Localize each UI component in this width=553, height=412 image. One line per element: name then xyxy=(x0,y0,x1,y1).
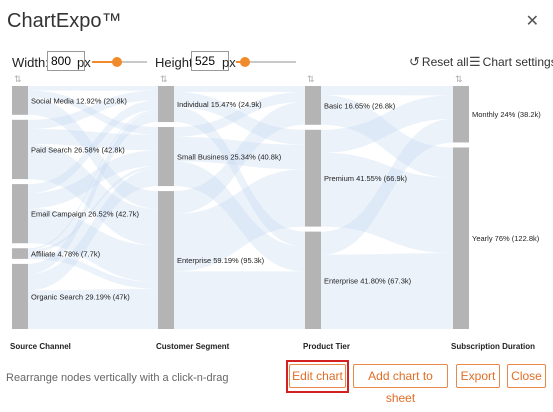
chart-settings-button[interactable]: ☰ Chart settings xyxy=(469,54,553,70)
sankey-node-label: Premium 41.55% (66.9k) xyxy=(324,174,407,183)
height-unit: px xyxy=(222,55,236,70)
close-button[interactable]: Close xyxy=(507,364,546,388)
width-label: Width: xyxy=(12,55,49,70)
sankey-node[interactable] xyxy=(12,119,28,180)
sankey-node-label: Affiliate 4.78% (7.7k) xyxy=(31,250,101,259)
sankey-node-label: Enterprise 41.80% (67.3k) xyxy=(324,276,412,285)
sankey-chart: ⇅ Social Media 12.92% (20.8k) Paid Search … xyxy=(10,74,541,351)
height-slider-handle[interactable] xyxy=(240,57,250,67)
sankey-node[interactable] xyxy=(453,147,469,329)
close-icon[interactable]: ✕ xyxy=(526,14,539,30)
sankey-node-label: Basic 16.65% (26.8k) xyxy=(324,101,396,110)
sankey-node-label: Paid Search 26.58% (42.8k) xyxy=(31,145,125,154)
sankey-node[interactable] xyxy=(305,129,321,227)
sankey-node[interactable] xyxy=(12,184,28,244)
sankey-node-label: Small Business 25.34% (40.8k) xyxy=(177,153,282,162)
sort-icon[interactable]: ⇅ xyxy=(455,74,463,84)
sankey-flow xyxy=(174,271,305,329)
sankey-node-label: Individual 15.47% (24.9k) xyxy=(177,100,262,109)
edit-chart-highlight xyxy=(286,360,349,393)
footer-hint: Rearrange nodes vertically with a click-… xyxy=(6,372,229,384)
sankey-node[interactable] xyxy=(453,86,469,143)
sankey-flow xyxy=(28,86,158,91)
sankey-node[interactable] xyxy=(12,263,28,329)
reset-all-button[interactable]: ↺ Reset all xyxy=(409,54,469,70)
width-unit: px xyxy=(77,55,91,70)
height-slider[interactable] xyxy=(236,57,296,67)
sankey-flow xyxy=(321,86,453,96)
sankey-node[interactable] xyxy=(12,86,28,115)
sankey-node-label: Monthly 24% (38.2k) xyxy=(472,110,541,119)
column-title: Source Channel xyxy=(10,342,71,351)
column-title: Subscription Duration xyxy=(451,342,535,351)
sankey-node[interactable] xyxy=(158,191,174,329)
sliders-icon: ☰ xyxy=(469,54,481,69)
column-title: Customer Segment xyxy=(156,342,230,351)
reset-icon: ↺ xyxy=(409,54,420,69)
sankey-node-label: Yearly 76% (122.8k) xyxy=(472,234,540,243)
sankey-flow xyxy=(174,86,305,92)
sankey-node-label: Email Campaign 26.52% (42.7k) xyxy=(31,210,139,219)
add-chart-to-sheet-button[interactable]: Add chart to sheet xyxy=(353,364,448,405)
sankey-node[interactable] xyxy=(305,86,321,125)
sankey-node-label: Enterprise 59.19% (95.3k) xyxy=(177,256,265,265)
sankey-node-label: Organic Search 29.19% (47k) xyxy=(31,292,130,301)
sort-icon[interactable]: ⇅ xyxy=(14,74,22,84)
width-slider[interactable] xyxy=(92,57,147,67)
column-title: Product Tier xyxy=(303,342,350,351)
sankey-node[interactable] xyxy=(158,86,174,123)
sankey-node[interactable] xyxy=(305,231,321,329)
sankey-flow xyxy=(321,253,453,329)
sankey-node[interactable] xyxy=(158,127,174,187)
sort-icon[interactable]: ⇅ xyxy=(307,74,315,84)
dialog-title: ChartExpo™ xyxy=(7,10,122,32)
width-slider-handle[interactable] xyxy=(111,57,122,67)
sort-icon[interactable]: ⇅ xyxy=(160,74,168,84)
sankey-node-label: Social Media 12.92% (20.8k) xyxy=(31,96,127,105)
sankey-node[interactable] xyxy=(12,248,28,259)
export-button[interactable]: Export xyxy=(456,364,500,388)
